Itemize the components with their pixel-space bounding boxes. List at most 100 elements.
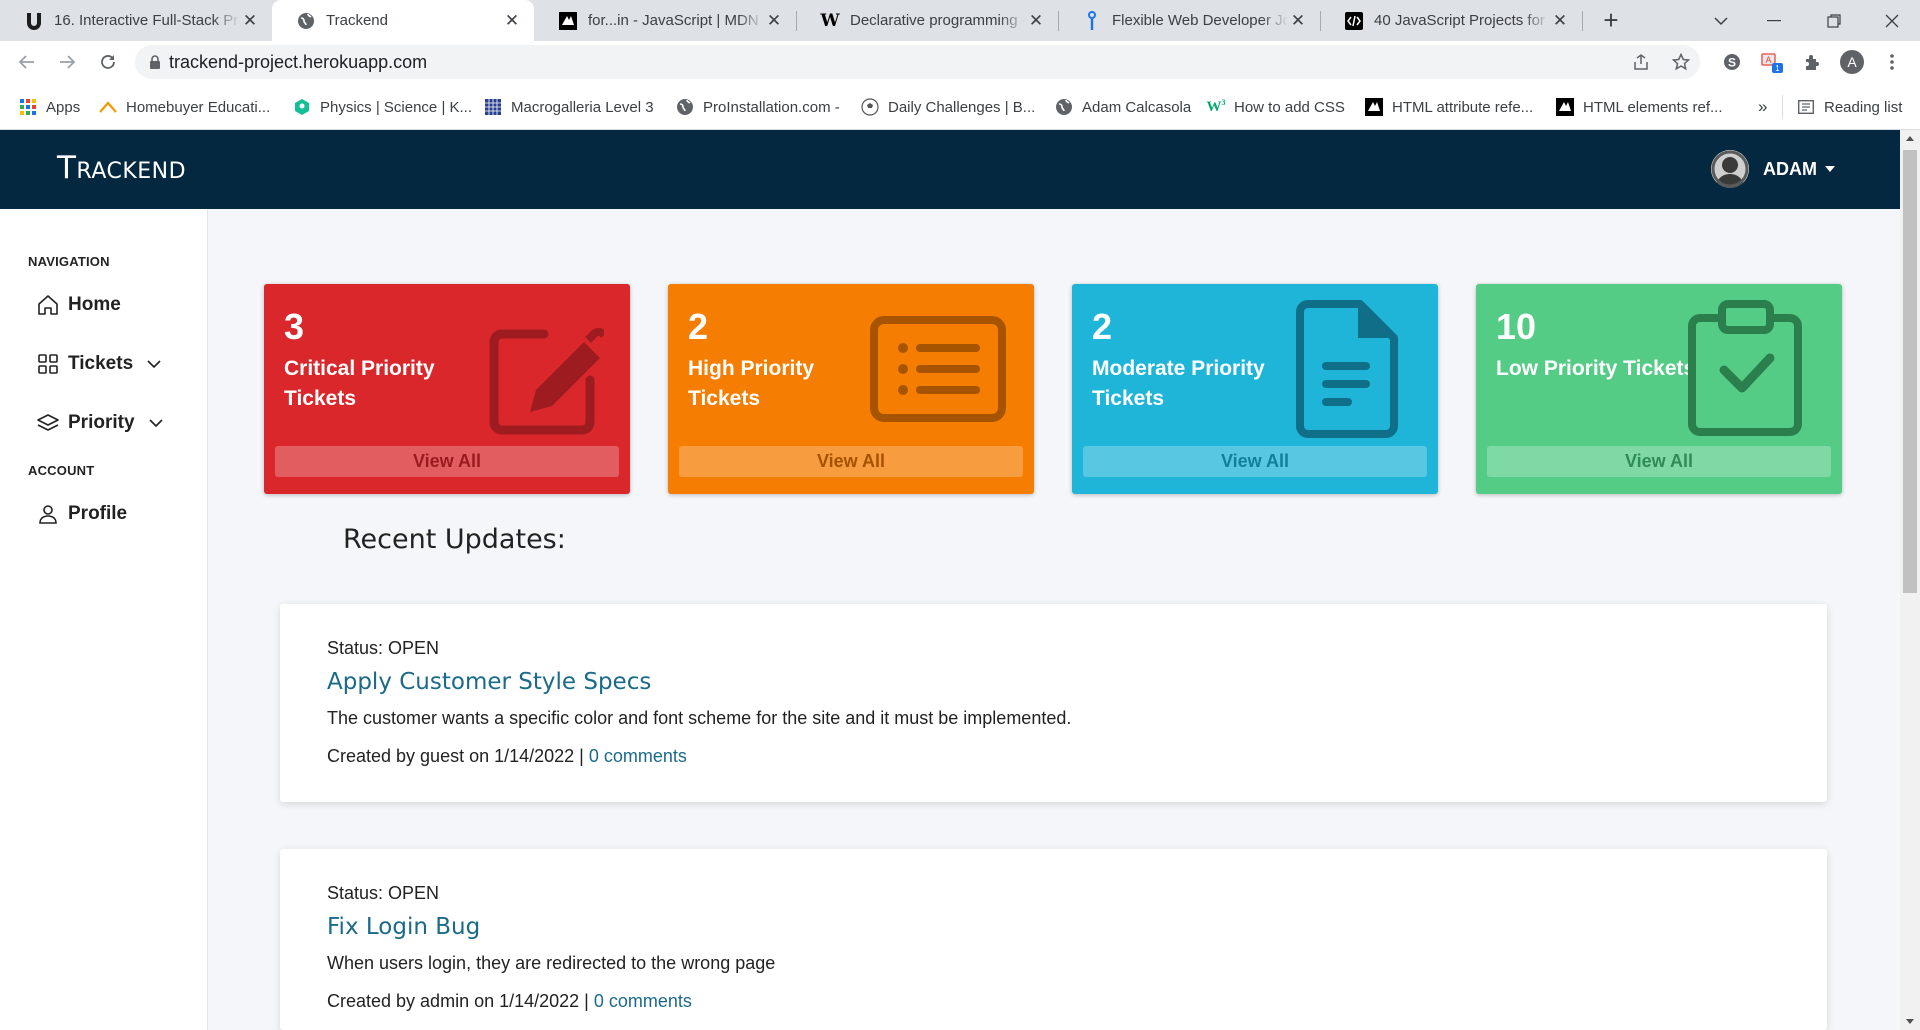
avatar [1711,150,1749,188]
update-title-link[interactable]: Apply Customer Style Specs [327,669,651,695]
close-icon[interactable]: ✕ [1550,11,1570,31]
card-count: 3 [284,306,305,347]
bookmark-homebuyer[interactable]: Homebuyer Educati... [99,95,270,119]
minimize-icon [1767,19,1781,21]
bookmark-proinstallation[interactable]: ProInstallation.com - [676,95,840,119]
bookmark-star-button[interactable] [1665,46,1697,78]
tab-js-projects[interactable]: 40 JavaScript Projects for Be ✕ [1320,0,1582,41]
browser-toolbar: trackend-project.herokuapp.com S A1 A [0,41,1920,83]
grid-square-icon [484,98,502,116]
tab-mdn[interactable]: for...in - JavaScript | MDN ✕ [534,0,796,41]
mdn-icon [558,11,578,31]
translate-icon: A1 [1761,53,1783,73]
reload-button[interactable] [92,46,124,78]
new-tab-button[interactable]: + [1583,0,1639,41]
roof-icon [99,98,117,116]
back-button[interactable] [11,46,43,78]
profile-button[interactable]: A [1836,46,1868,78]
sidebar-item-home[interactable]: Home [36,293,121,317]
bookmark-khan[interactable]: Physics | Science | K... [293,95,472,119]
minimize-button[interactable] [1746,0,1802,41]
close-icon [1885,14,1899,27]
card-label: High Priority Tickets [688,357,815,410]
close-icon[interactable]: ✕ [502,11,522,31]
chevron-down-icon [1714,16,1728,25]
close-window-button[interactable] [1864,0,1920,41]
bookmarks-bar: Apps Homebuyer Educati... Physics | Scie… [0,83,1920,130]
share-icon [1634,54,1648,70]
card-count: 2 [688,306,709,347]
scroll-down-arrow-icon[interactable] [1906,1019,1914,1024]
bookmark-apps[interactable]: Apps [19,95,80,119]
forward-button[interactable] [51,46,83,78]
update-description: When users login, they are redirected to… [327,953,776,973]
close-icon[interactable]: ✕ [1288,11,1308,31]
tab-flexjobs[interactable]: Flexible Web Developer Jobs ✕ [1058,0,1320,41]
update-title-link[interactable]: Fix Login Bug [327,914,480,940]
reload-icon [101,55,115,69]
update-meta: Created by guest on 1/14/2022 | 0 commen… [327,746,687,766]
comments-link[interactable]: 0 comments [589,746,687,766]
svg-text:S: S [1728,56,1736,70]
sidebar-heading-account: ACCOUNT [28,463,95,478]
brand-logo[interactable]: Trackend [57,150,186,186]
bookmark-how-to-add-css[interactable]: W3 How to add CSS [1207,95,1345,119]
comments-link[interactable]: 0 comments [594,991,692,1011]
extensions-button[interactable] [1796,46,1828,78]
update-status: Status: OPEN [327,883,440,903]
restore-button[interactable] [1806,0,1862,41]
sidebar-item-profile[interactable]: Profile [36,502,127,526]
bookmarks-overflow-button[interactable]: » [1758,95,1767,119]
skype-extension[interactable]: S [1716,46,1748,78]
sidebar-item-tickets[interactable]: Tickets [36,352,161,376]
update-card: Status: OPEN Apply Customer Style Specs … [280,604,1827,802]
card-label: Moderate Priority Tickets [1092,357,1265,410]
bookmark-macrogalleria[interactable]: Macrogalleria Level 3 [484,95,654,119]
bookmark-daily-challenges[interactable]: Daily Challenges | B... [861,95,1035,119]
low-priority-card: 10 Low Priority Tickets View All [1476,284,1842,494]
document-icon [1296,300,1398,438]
plus-icon: + [1603,5,1619,35]
view-all-low-button[interactable]: View All [1487,446,1831,477]
card-label: Critical Priority Tickets [284,357,435,410]
address-bar[interactable]: trackend-project.herokuapp.com [135,45,1700,79]
bookmark-html-attribute-ref[interactable]: HTML attribute refe... [1365,95,1533,119]
puzzle-icon [1806,55,1819,70]
scroll-up-arrow-icon[interactable] [1906,136,1914,141]
tab-search-button[interactable] [1693,0,1749,41]
tab-udemy[interactable]: 16. Interactive Full-Stack Pro ✕ [0,0,272,41]
close-icon[interactable]: ✕ [240,11,260,31]
view-all-high-button[interactable]: View All [679,446,1023,477]
sidebar-item-priority[interactable]: Priority [36,411,163,435]
mdn-icon [1556,98,1574,116]
list-icon [870,316,1006,422]
tab-wikipedia[interactable]: W Declarative programming - W ✕ [796,0,1058,41]
close-icon[interactable]: ✕ [764,11,784,31]
grid-icon [36,352,60,376]
w3schools-icon: W3 [1206,98,1226,115]
chevron-down-icon [147,359,161,368]
tab-separator [1058,11,1059,31]
view-all-critical-button[interactable]: View All [275,446,619,477]
share-button[interactable] [1625,46,1657,78]
user-name: ADAM [1763,158,1817,179]
close-icon[interactable]: ✕ [1026,11,1046,31]
view-all-moderate-button[interactable]: View All [1083,446,1427,477]
browser-menu-button[interactable] [1876,46,1908,78]
user-menu[interactable]: ADAM [1711,150,1835,188]
caret-down-icon [1825,166,1835,172]
globe-icon [296,11,316,31]
reading-list-button[interactable]: Reading list [1797,95,1902,119]
avatar: A [1840,50,1864,74]
tab-trackend[interactable]: Trackend ✕ [272,0,534,41]
translate-extension[interactable]: A1 [1756,46,1788,78]
arrow-right-icon [60,55,76,69]
bookmark-html-elements-ref[interactable]: HTML elements ref... [1556,95,1722,119]
scrollbar-thumb[interactable] [1903,150,1917,593]
star-icon [1672,53,1690,71]
bookmark-adam-calcasola[interactable]: Adam Calcasola [1055,95,1191,119]
high-priority-card: 2 High Priority Tickets View All [668,284,1034,494]
sidebar: NAVIGATION Home Tickets Priority ACCOUNT… [0,209,208,1030]
card-count: 10 [1496,306,1537,347]
page-scrollbar[interactable] [1900,130,1920,1030]
